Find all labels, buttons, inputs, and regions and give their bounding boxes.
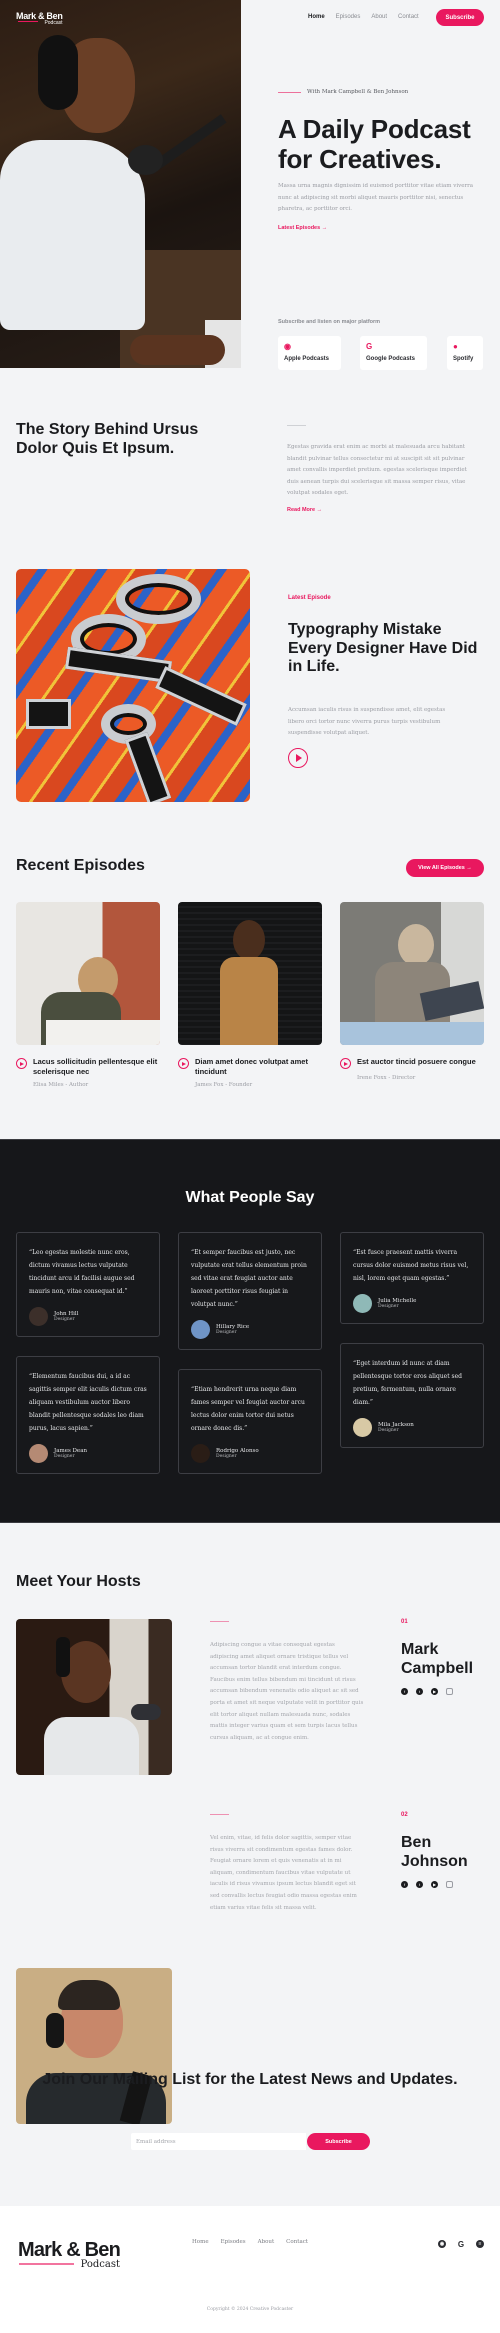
header-logo[interactable]: Mark & Ben Podcast [16, 11, 63, 26]
episode-play-icon[interactable] [16, 1058, 27, 1069]
host-number: 01 [401, 1619, 408, 1625]
footer-nav-episodes[interactable]: Episodes [221, 2239, 246, 2245]
nav-home[interactable]: Home [308, 11, 325, 23]
hero-image [0, 0, 241, 368]
footer-nav: Home Episodes About Contact [192, 2239, 308, 2245]
spotify-button[interactable]: ● Spotify [447, 336, 483, 370]
testimonials-title: What People Say [185, 1189, 315, 1206]
host-photo-mark [16, 1619, 172, 1775]
hosts-title: Meet Your Hosts [16, 1573, 141, 1590]
episode-title[interactable]: Est auctor tincid posuere congue [357, 1057, 476, 1069]
latest-episode-kicker: Latest Episode [288, 595, 331, 601]
youtube-icon[interactable]: ▶ [431, 1688, 438, 1695]
view-all-episodes-button[interactable]: View All Episodes → [406, 859, 484, 877]
mailing-title: Join Our Mailing List for the Latest New… [42, 2071, 458, 2088]
footer-nav-contact[interactable]: Contact [286, 2239, 308, 2245]
testimonial-card: “Est fusce praesent mattis viverra cursu… [340, 1232, 484, 1324]
episode-meta: Elisa Miles - Author [33, 1082, 89, 1088]
google-podcasts-button[interactable]: G Google Podcasts [360, 336, 427, 370]
episode-image [16, 902, 160, 1045]
instagram-icon[interactable] [446, 1688, 453, 1695]
facebook-icon[interactable]: f [401, 1688, 408, 1695]
spotify-icon[interactable]: ≡ [476, 2240, 484, 2248]
recent-episodes-title: Recent Episodes [16, 857, 145, 874]
episode-title[interactable]: Lacus sollicitudin pellentesque elit sce… [33, 1057, 160, 1076]
apple-podcasts-button[interactable]: ◉ Apple Podcasts [278, 336, 341, 370]
host-divider [210, 1814, 229, 1815]
footer-nav-about[interactable]: About [258, 2239, 275, 2245]
avatar [353, 1294, 372, 1313]
email-input[interactable] [131, 2133, 306, 2150]
testimonial-card: “Leo egestas molestie nunc eros, dictum … [16, 1232, 160, 1337]
youtube-icon[interactable]: ▶ [431, 1881, 438, 1888]
google-podcasts-icon[interactable]: G [457, 2240, 465, 2249]
host-bio: Vel enim, vitae, id felis dolor sagittis… [210, 1835, 357, 1911]
episode-meta: James Fox - Founder [195, 1082, 253, 1088]
testimonial-card: “Etiam hendrerit urna neque diam fames s… [178, 1369, 322, 1474]
host-social-links: f t ▶ [401, 1688, 453, 1695]
avatar [353, 1418, 372, 1437]
spotify-icon: ● [453, 342, 458, 351]
footer-logo[interactable]: Mark & Ben Podcast [18, 2239, 121, 2270]
testimonial-card: “Eget interdum id nunc at diam pellentes… [340, 1343, 484, 1448]
testimonial-card: “Et semper faucibus est justo, nec vulpu… [178, 1232, 322, 1350]
episode-play-icon[interactable] [178, 1058, 189, 1069]
episode-title[interactable]: Diam amet donec volutpat amet tincidunt [195, 1057, 322, 1076]
mailing-subscribe-button[interactable]: Subscribe [307, 2133, 370, 2150]
latest-episode-image [16, 569, 250, 802]
story-text: Egestas gravida erat enim ac morbi at ma… [287, 444, 467, 496]
hero-kicker: With Mark Campbell & Ben Johnson [278, 89, 408, 95]
story-title: The Story Behind Ursus Dolor Quis Et Ips… [16, 421, 199, 457]
nav-about[interactable]: About [371, 11, 387, 23]
episode-image [178, 902, 322, 1045]
facebook-icon[interactable]: f [401, 1881, 408, 1888]
latest-episode-play-button[interactable] [288, 748, 308, 768]
host-social-links: f t ▶ [401, 1881, 453, 1888]
episode-card[interactable]: Lacus sollicitudin pellentesque elit sce… [16, 902, 160, 1088]
host-divider [210, 1621, 229, 1622]
kicker-line [278, 91, 301, 93]
apple-podcasts-icon[interactable]: ◉ [438, 2240, 446, 2248]
avatar [191, 1320, 210, 1339]
host-photo-ben [16, 1968, 172, 2124]
episode-meta: Irene Foxx - Director [357, 1075, 416, 1081]
logo-underline [18, 21, 38, 22]
subscribe-platforms-label: Subscribe and listen on major platform [278, 319, 381, 325]
avatar [191, 1444, 210, 1463]
twitter-icon[interactable]: t [416, 1688, 423, 1695]
logo-underline [19, 2263, 74, 2265]
hero-description: Massa urna magnis dignissim id euismod p… [278, 183, 474, 212]
hero-title: A Daily Podcast for Creatives. [278, 114, 471, 174]
play-icon [296, 754, 302, 762]
main-nav: Home Episodes About Contact [308, 11, 419, 23]
episode-card[interactable]: Est auctor tincid posuere congue Irene F… [340, 902, 484, 1081]
testimonial-card: “Elementum faucibus dui, a id ac sagitti… [16, 1356, 160, 1474]
apple-podcasts-icon: ◉ [284, 342, 291, 351]
copyright: Copyright © 2024 Creative Podcaster [206, 2307, 294, 2312]
host-name: Ben Johnson [401, 1834, 468, 1870]
latest-episodes-link[interactable]: Latest Episodes → [278, 225, 327, 231]
google-podcasts-icon: G [366, 342, 373, 351]
read-more-link[interactable]: Read More → [287, 507, 322, 513]
host-bio: Adipiscing congue a vitae consequat eges… [210, 1642, 364, 1741]
story-divider [287, 425, 306, 426]
latest-episode-title: Typography Mistake Every Designer Have D… [288, 621, 478, 675]
latest-episode-description: Accumsan iaculis risus in suspendisse am… [288, 707, 446, 736]
episode-card[interactable]: Diam amet donec volutpat amet tincidunt … [178, 902, 322, 1088]
host-number: 02 [401, 1812, 408, 1818]
footer-social: ◉ G ≡ [438, 2240, 484, 2249]
avatar [29, 1444, 48, 1463]
host-name: Mark Campbell [401, 1641, 474, 1677]
header-subscribe-button[interactable]: Subscribe [436, 9, 484, 26]
nav-episodes[interactable]: Episodes [336, 11, 361, 23]
footer-nav-home[interactable]: Home [192, 2239, 209, 2245]
avatar [29, 1307, 48, 1326]
nav-contact[interactable]: Contact [398, 11, 419, 23]
episode-play-icon[interactable] [340, 1058, 351, 1069]
instagram-icon[interactable] [446, 1881, 453, 1888]
episode-image [340, 902, 484, 1045]
twitter-icon[interactable]: t [416, 1881, 423, 1888]
